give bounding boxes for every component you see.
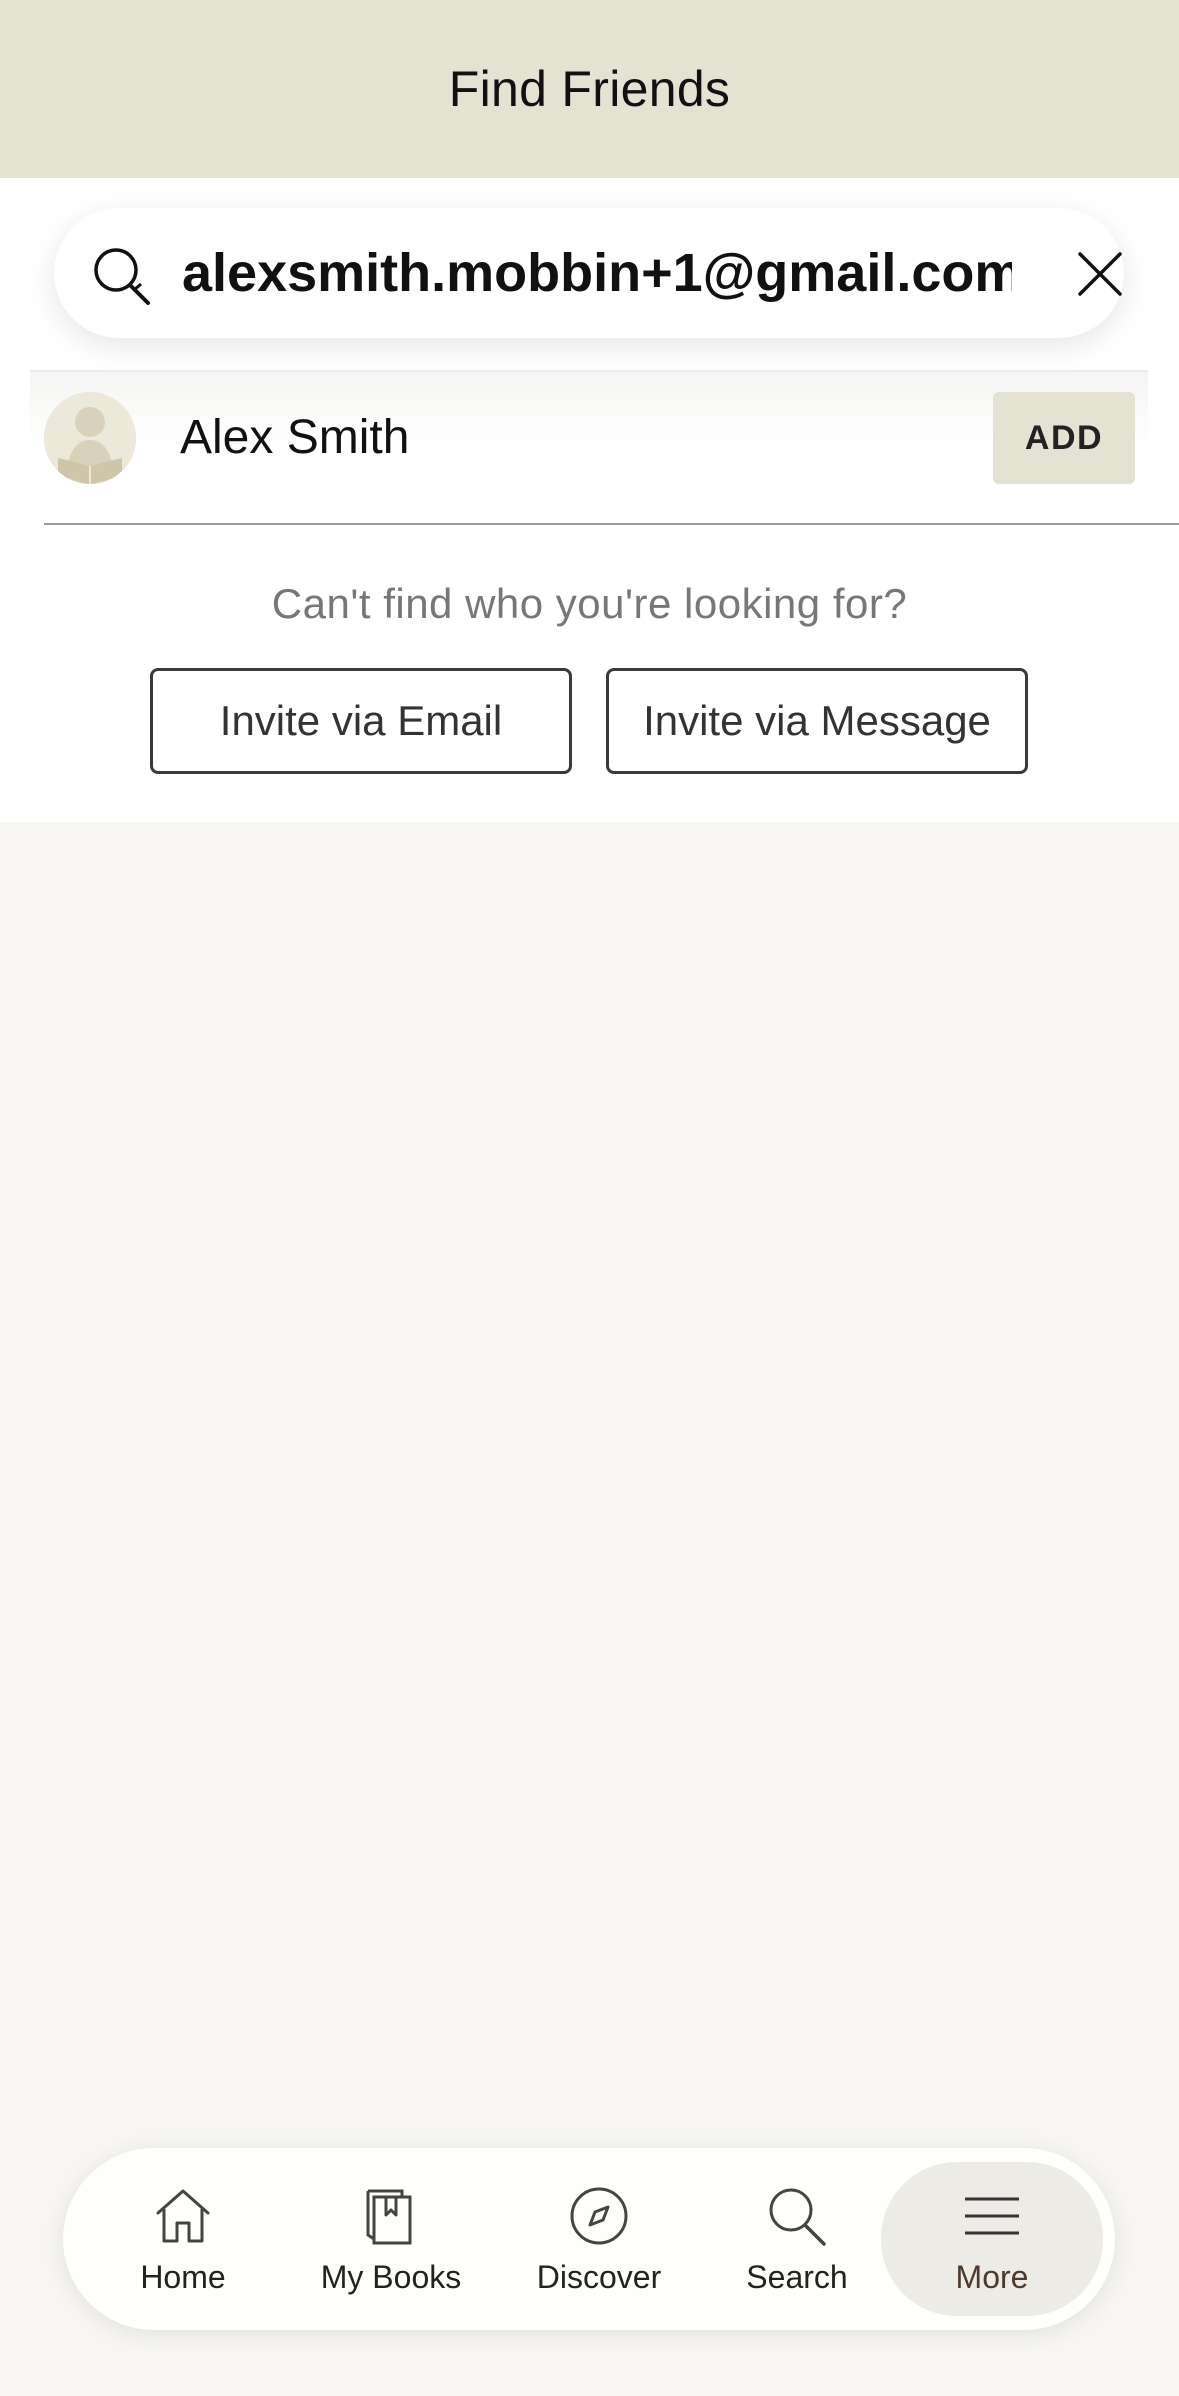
tab-label: Discover bbox=[536, 2258, 662, 2295]
tab-label: More bbox=[955, 2258, 1029, 2295]
add-friend-button[interactable]: ADD bbox=[993, 392, 1135, 484]
tab-label: Search bbox=[746, 2258, 848, 2295]
friend-name: Alex Smith bbox=[180, 411, 410, 464]
divider bbox=[44, 523, 1179, 525]
top-header: Find Friends bbox=[0, 0, 1179, 178]
invite-via-email-button[interactable]: Invite via Email bbox=[150, 668, 572, 774]
search-input[interactable] bbox=[182, 230, 1012, 316]
friend-result-row[interactable]: Alex Smith ADD bbox=[30, 370, 1148, 508]
tab-discover[interactable]: Discover bbox=[494, 2148, 704, 2330]
invite-via-message-button[interactable]: Invite via Message bbox=[606, 668, 1028, 774]
tab-home[interactable]: Home bbox=[78, 2148, 288, 2330]
search-icon bbox=[769, 2188, 826, 2246]
bottom-tab-bar: Home My Books Discover Search More bbox=[63, 2148, 1115, 2330]
home-icon bbox=[156, 2189, 210, 2242]
page-title: Find Friends bbox=[448, 61, 731, 117]
tab-label: My Books bbox=[320, 2258, 462, 2295]
avatar bbox=[44, 392, 136, 484]
find-friends-panel: Alex Smith ADD Can't find who you're loo… bbox=[0, 178, 1179, 822]
reader-placeholder-icon bbox=[44, 392, 136, 484]
books-icon bbox=[366, 2189, 412, 2244]
compass-icon bbox=[570, 2187, 628, 2244]
search-bar[interactable] bbox=[54, 208, 1124, 338]
tab-search[interactable]: Search bbox=[692, 2148, 902, 2330]
tab-my-books[interactable]: My Books bbox=[286, 2148, 496, 2330]
menu-icon bbox=[965, 2197, 1019, 2234]
close-icon[interactable] bbox=[1072, 246, 1128, 302]
tab-label: Home bbox=[140, 2258, 226, 2295]
tab-more[interactable]: More bbox=[881, 2162, 1103, 2316]
search-icon bbox=[94, 248, 150, 305]
cant-find-prompt: Can't find who you're looking for? bbox=[271, 580, 908, 627]
